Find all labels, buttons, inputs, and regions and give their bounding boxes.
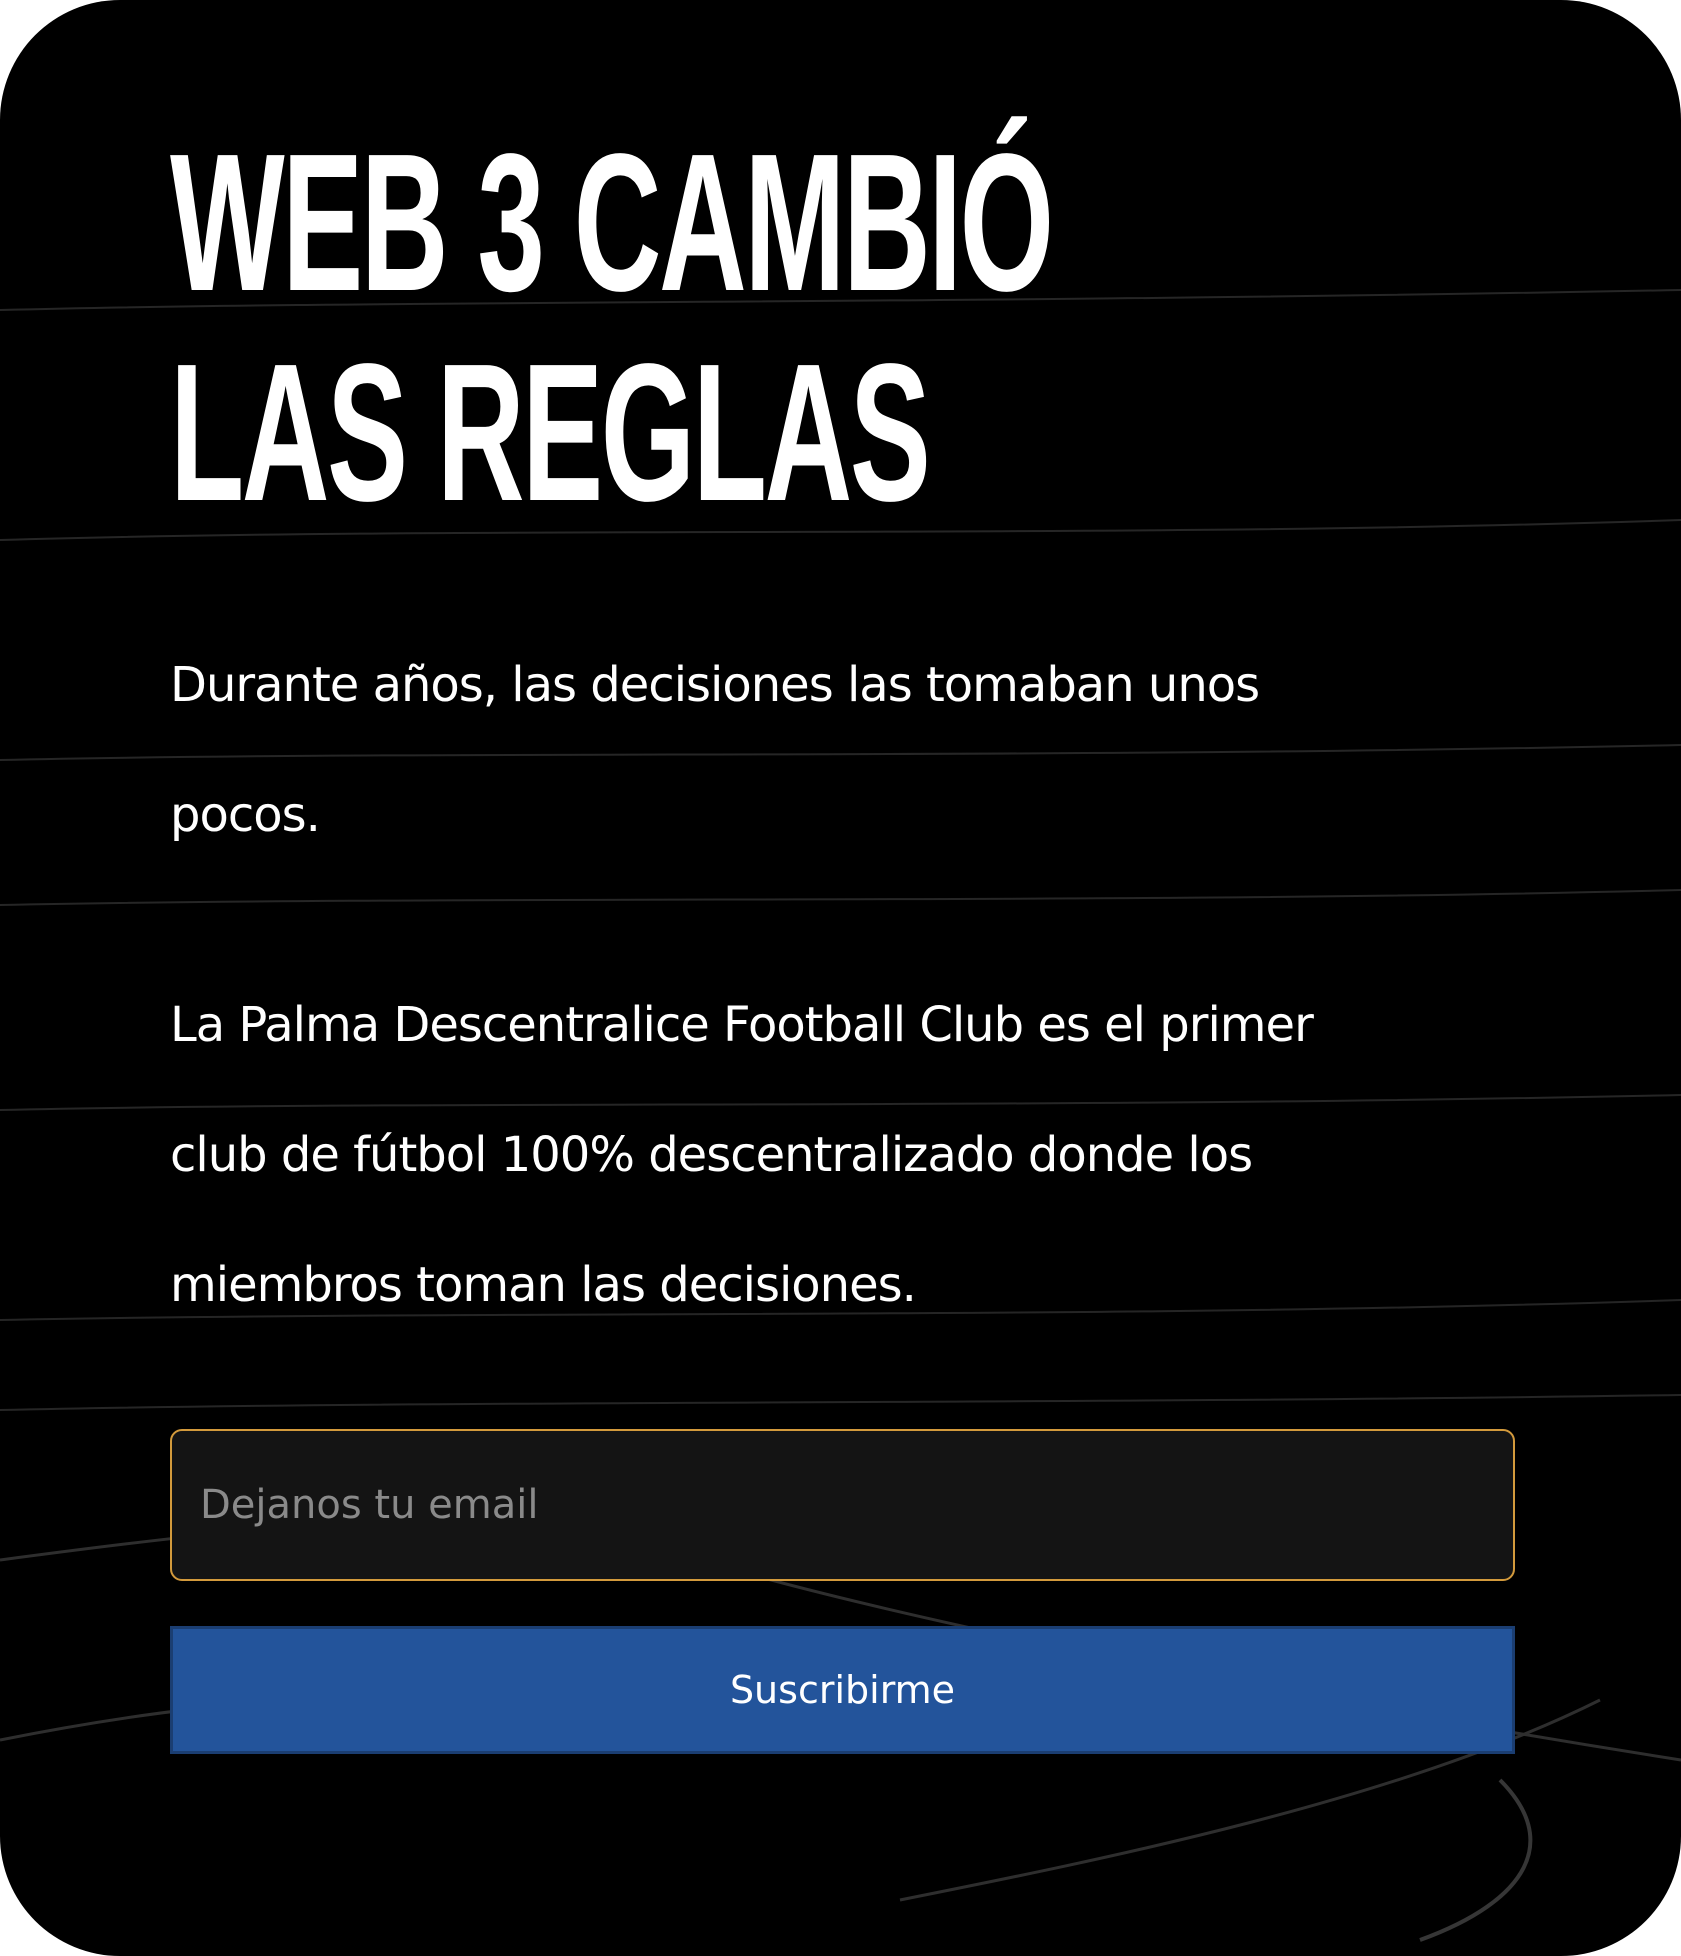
subscribe-button[interactable]: Suscribirme <box>170 1626 1515 1754</box>
hero-card: WEB 3 CAMBIÓ LAS REGLAS Durante años, la… <box>0 0 1681 1956</box>
page-title-line-1: WEB 3 CAMBIÓ <box>170 113 1054 332</box>
intro-paragraph-2-line: miembros toman las decisiones. <box>170 1257 917 1313</box>
intro-paragraph-2-line: club de fútbol 100% descentralizado dond… <box>170 1127 1253 1183</box>
intro-paragraph-1-line: Durante años, las decisiones las tomaban… <box>170 657 1260 713</box>
intro-paragraph-1-line: pocos. <box>170 787 321 843</box>
intro-paragraph-1: Durante años, las decisiones las tomaban… <box>170 620 1470 880</box>
intro-paragraph-2: La Palma Descentralice Football Club es … <box>170 960 1470 1350</box>
email-input[interactable] <box>170 1429 1515 1581</box>
page-title: WEB 3 CAMBIÓ LAS REGLAS <box>170 113 1054 542</box>
intro-paragraph-2-line: La Palma Descentralice Football Club es … <box>170 997 1314 1053</box>
page-title-line-2: LAS REGLAS <box>170 323 931 542</box>
